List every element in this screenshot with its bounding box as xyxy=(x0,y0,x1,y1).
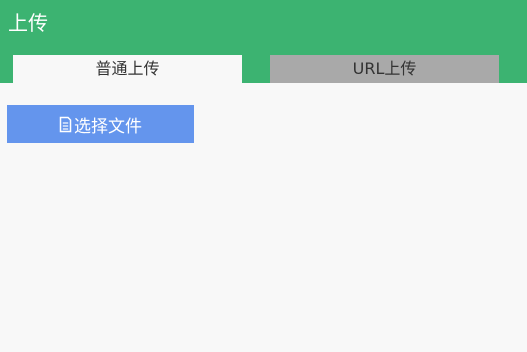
tab-label: 普通上传 xyxy=(95,59,160,78)
file-icon xyxy=(59,116,72,133)
choose-file-button[interactable]: 选择文件 xyxy=(7,105,194,143)
tab-normal-upload[interactable]: 普通上传 xyxy=(13,55,242,83)
choose-file-label: 选择文件 xyxy=(74,116,142,137)
tab-label: URL上传 xyxy=(352,59,417,78)
tab-url-upload[interactable]: URL上传 xyxy=(270,55,499,83)
page-title: 上传 xyxy=(8,11,48,35)
